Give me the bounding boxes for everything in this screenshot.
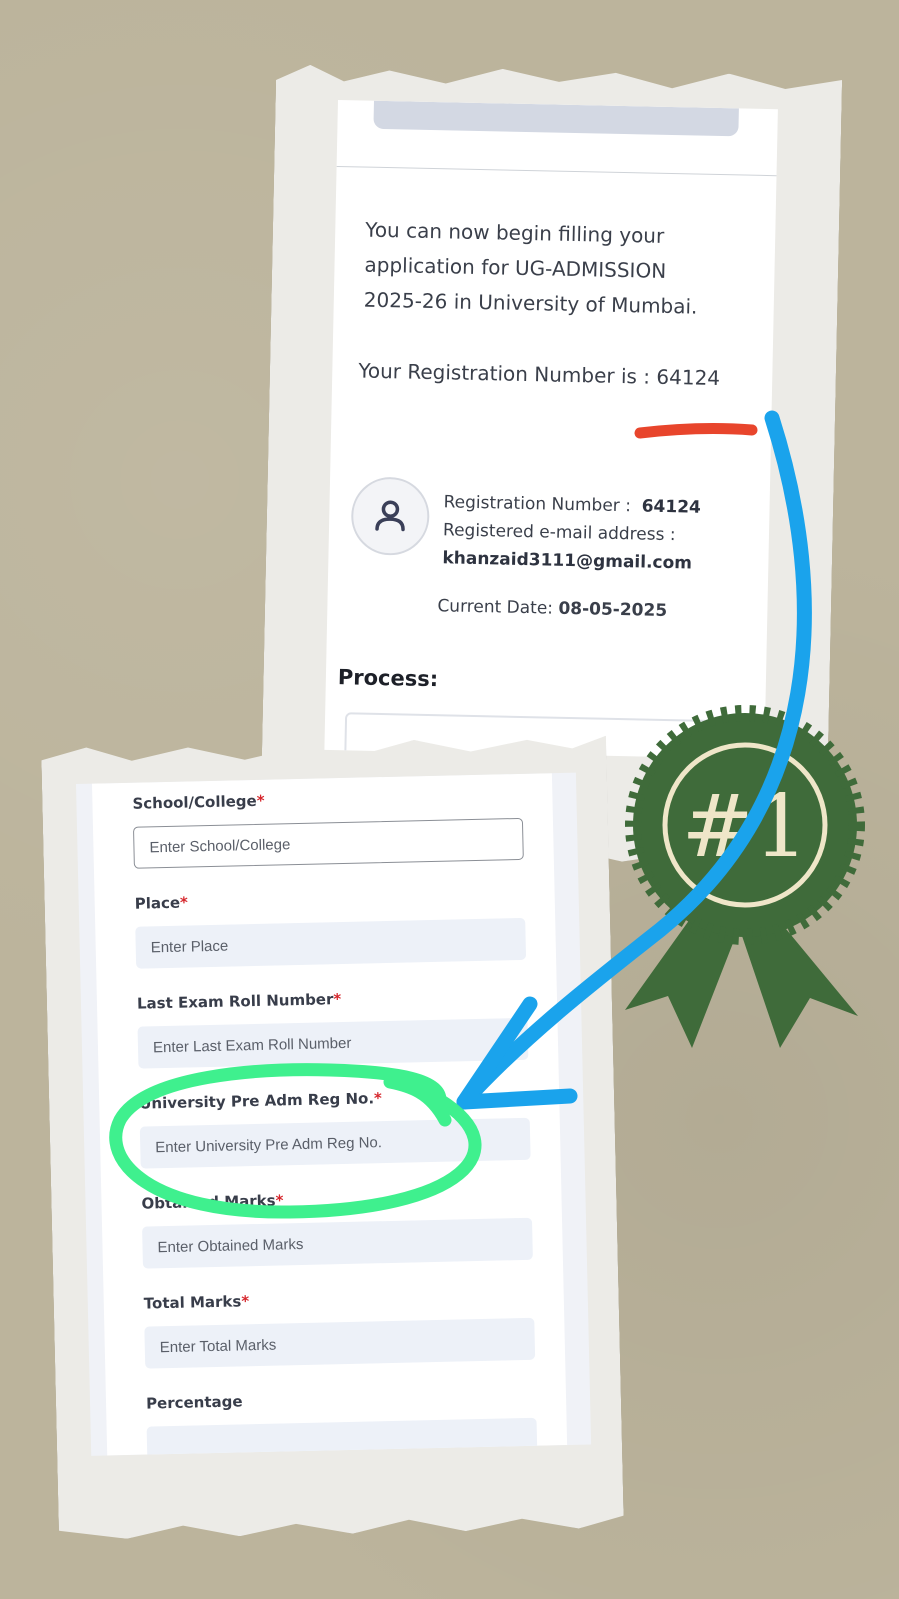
last-exam-roll-number-field: Last Exam Roll Number*: [137, 986, 529, 1069]
user-icon: [375, 500, 405, 532]
last-exam-roll-number-label: Last Exam Roll Number: [136, 990, 334, 1013]
obtained-marks-input[interactable]: [142, 1217, 533, 1269]
date-value: 08-05-2025: [558, 598, 668, 622]
place-field: Place*: [135, 886, 527, 969]
university-pre-adm-reg-field: University Pre Adm Reg No.*: [139, 1086, 531, 1169]
email-label: Registered e-mail address :: [442, 520, 676, 546]
percentage-label: Percentage: [145, 1392, 243, 1413]
total-marks-label: Total Marks: [143, 1292, 242, 1313]
admission-form-screen: School/College* Place* Last Exam Roll Nu…: [76, 772, 592, 1456]
avatar: [350, 476, 431, 556]
required-marker: *: [373, 1089, 383, 1108]
place-label: Place: [134, 893, 181, 913]
current-date: Current Date: 08-05-2025: [437, 596, 667, 621]
email-value: khanzaid3111@gmail.com: [442, 548, 693, 574]
registration-confirmation-screen: You can now begin filling your applicati…: [324, 100, 778, 760]
required-marker: *: [256, 791, 265, 810]
school-college-label: School/College: [132, 791, 257, 813]
confirmation-message: You can now begin filling your applicati…: [363, 217, 698, 319]
total-marks-input[interactable]: [144, 1317, 536, 1369]
badge-ribbon-left: [625, 905, 742, 1048]
registration-label: Registration Number :: [443, 492, 632, 517]
form-panel: School/College* Place* Last Exam Roll Nu…: [91, 773, 568, 1456]
required-marker: *: [333, 990, 342, 1009]
divider: [336, 165, 777, 177]
obtained-marks-field: Obtained Marks*: [141, 1186, 533, 1269]
total-marks-field: Total Marks*: [144, 1286, 536, 1369]
obtained-marks-label: Obtained Marks: [141, 1191, 276, 1213]
process-heading: Process:: [337, 665, 439, 692]
registration-number: 64124: [641, 496, 702, 518]
badge-ribbon-right: [740, 912, 858, 1048]
required-marker: *: [241, 1292, 250, 1311]
school-college-input[interactable]: [132, 817, 524, 869]
school-college-field: School/College*: [132, 786, 524, 869]
percentage-field: Percentage: [146, 1386, 538, 1456]
required-marker: *: [179, 893, 189, 912]
university-pre-adm-reg-input[interactable]: [139, 1117, 531, 1169]
last-exam-roll-number-input[interactable]: [137, 1017, 529, 1069]
user-info: Registration Number : 64124 Registered e…: [442, 492, 744, 582]
date-label: Current Date:: [437, 596, 554, 619]
place-input[interactable]: [135, 917, 527, 969]
university-pre-adm-reg-label: University Pre Adm Reg No.: [139, 1089, 375, 1113]
required-marker: *: [275, 1191, 284, 1210]
registration-sentence: Your Registration Number is : 64124: [358, 358, 721, 391]
